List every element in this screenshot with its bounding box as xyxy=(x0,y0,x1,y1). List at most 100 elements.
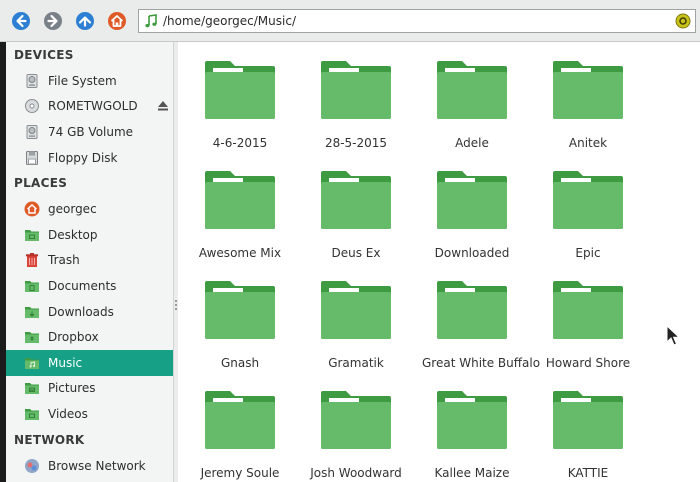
folder-name: Downloaded xyxy=(434,246,510,260)
downloads-folder-icon xyxy=(24,304,40,320)
drive-icon xyxy=(24,124,40,140)
sidebar-item-label: File System xyxy=(48,73,117,88)
sidebar-item-label: 74 GB Volume xyxy=(48,124,134,139)
location-bar[interactable] xyxy=(138,9,696,33)
sidebar-item-label: Documents xyxy=(48,278,117,293)
pictures-folder-icon xyxy=(24,380,40,396)
folder-icon xyxy=(436,390,508,450)
sidebar-item-74-gb-volume[interactable]: 74 GB Volume xyxy=(6,119,173,145)
folder-name: KATTIE xyxy=(567,466,609,480)
harddisk-icon xyxy=(24,73,40,89)
home-button[interactable] xyxy=(106,10,128,32)
folder-item[interactable]: Adele xyxy=(422,60,522,150)
sidebar-item-label: Dropbox xyxy=(48,330,99,345)
sidebar-item-label: Pictures xyxy=(48,381,96,396)
optical-disc-icon xyxy=(24,98,40,114)
folder-icon xyxy=(436,280,508,340)
folder-item[interactable]: Jeremy Soule xyxy=(190,390,290,480)
folder-name: Epic xyxy=(575,246,601,260)
folder-item[interactable]: Deus Ex xyxy=(306,170,406,260)
sidebar-item-label: georgec xyxy=(48,202,97,217)
back-button[interactable] xyxy=(10,10,32,32)
folder-icon xyxy=(552,280,624,340)
sidebar-item-music[interactable]: Music xyxy=(6,349,173,376)
up-icon xyxy=(76,11,94,30)
desktop-folder-icon xyxy=(24,227,40,243)
folder-icon xyxy=(552,170,624,230)
sidebar-item-label: Downloads xyxy=(48,304,114,319)
sidebar-item-label: Floppy Disk xyxy=(48,150,118,165)
eject-icon[interactable] xyxy=(157,100,169,112)
folder-name: Anitek xyxy=(568,136,608,150)
folder-item[interactable]: Epic xyxy=(538,170,638,260)
trash-icon xyxy=(24,252,40,268)
folder-icon xyxy=(204,60,276,120)
folder-icon xyxy=(320,390,392,450)
folder-name: Adele xyxy=(455,136,489,150)
sidebar-item-rometwgold[interactable]: ROMETWGOLD xyxy=(6,94,173,120)
sidebar-item-label: ROMETWGOLD xyxy=(48,99,138,114)
folder-item[interactable]: 28-5-2015 xyxy=(306,60,406,150)
folder-icon xyxy=(320,280,392,340)
floppy-icon xyxy=(24,150,40,166)
folder-name: Howard Shore xyxy=(545,356,631,370)
sidebar-item-label: Desktop xyxy=(48,227,98,242)
location-input[interactable] xyxy=(163,14,663,28)
forward-button[interactable] xyxy=(42,10,64,32)
videos-folder-icon xyxy=(24,406,40,422)
folder-icon xyxy=(204,390,276,450)
folder-name: Deus Ex xyxy=(331,246,381,260)
back-icon xyxy=(12,11,30,30)
dropbox-folder-icon xyxy=(24,329,40,345)
sidebar: DEVICES File System ROMETWGOLD 74 GB Volume… xyxy=(6,42,174,482)
file-view: 4-6-2015 28-5-2015 Adele Anitek Awesome Mix D… xyxy=(178,42,700,482)
sidebar-item-videos[interactable]: Videos xyxy=(6,401,173,427)
folder-item[interactable]: Gnash xyxy=(190,280,290,370)
sidebar-section-network: NETWORK xyxy=(14,432,85,447)
sidebar-item-dropbox[interactable]: Dropbox xyxy=(6,324,173,350)
music-note-icon xyxy=(143,13,159,29)
splitter-grip[interactable] xyxy=(175,300,177,310)
folder-item[interactable]: Great White Buffalo xyxy=(422,280,541,370)
folder-name: Jeremy Soule xyxy=(200,466,280,480)
up-button[interactable] xyxy=(74,10,96,32)
folder-item[interactable]: Anitek xyxy=(538,60,638,150)
folder-item[interactable]: Josh Woodward xyxy=(306,390,406,480)
folder-item[interactable]: Kallee Maize xyxy=(422,390,522,480)
forward-icon xyxy=(44,11,62,30)
sidebar-item-file-system[interactable]: File System xyxy=(6,68,173,94)
folder-name: Gnash xyxy=(220,356,260,370)
network-icon xyxy=(24,458,40,474)
folder-name: Gramatik xyxy=(328,356,384,370)
mouse-pointer-icon xyxy=(666,325,680,346)
folder-item[interactable]: Howard Shore xyxy=(538,280,638,370)
folder-item[interactable]: Gramatik xyxy=(306,280,406,370)
folder-item[interactable]: 4-6-2015 xyxy=(190,60,290,150)
sidebar-item-floppy-disk[interactable]: Floppy Disk xyxy=(6,145,173,171)
sidebar-item-trash[interactable]: Trash xyxy=(6,248,173,274)
sidebar-item-georgec[interactable]: georgec xyxy=(6,196,173,222)
documents-folder-icon xyxy=(24,278,40,294)
sidebar-item-browse-network[interactable]: Browse Network xyxy=(6,453,173,479)
sidebar-item-pictures[interactable]: Pictures xyxy=(6,376,173,402)
folder-icon xyxy=(320,170,392,230)
sidebar-item-downloads[interactable]: Downloads xyxy=(6,299,173,325)
folder-icon xyxy=(204,280,276,340)
folder-item[interactable]: Awesome Mix xyxy=(190,170,290,260)
folder-name: Great White Buffalo xyxy=(422,356,541,370)
folder-name: Awesome Mix xyxy=(198,246,282,260)
folder-icon xyxy=(552,390,624,450)
home-icon xyxy=(108,11,126,30)
folder-name: 28-5-2015 xyxy=(324,136,388,150)
sidebar-item-desktop[interactable]: Desktop xyxy=(6,222,173,248)
folder-name: Josh Woodward xyxy=(310,466,402,480)
sidebar-item-documents[interactable]: Documents xyxy=(6,273,173,299)
folder-name: Kallee Maize xyxy=(434,466,510,480)
folder-item[interactable]: KATTIE xyxy=(538,390,638,480)
folder-icon xyxy=(320,60,392,120)
sidebar-item-label: Browse Network xyxy=(48,458,146,473)
go-icon[interactable] xyxy=(675,13,691,29)
sidebar-section-devices: DEVICES xyxy=(14,48,74,62)
folder-item[interactable]: Downloaded xyxy=(422,170,522,260)
sidebar-section-places: PLACES xyxy=(14,176,68,191)
